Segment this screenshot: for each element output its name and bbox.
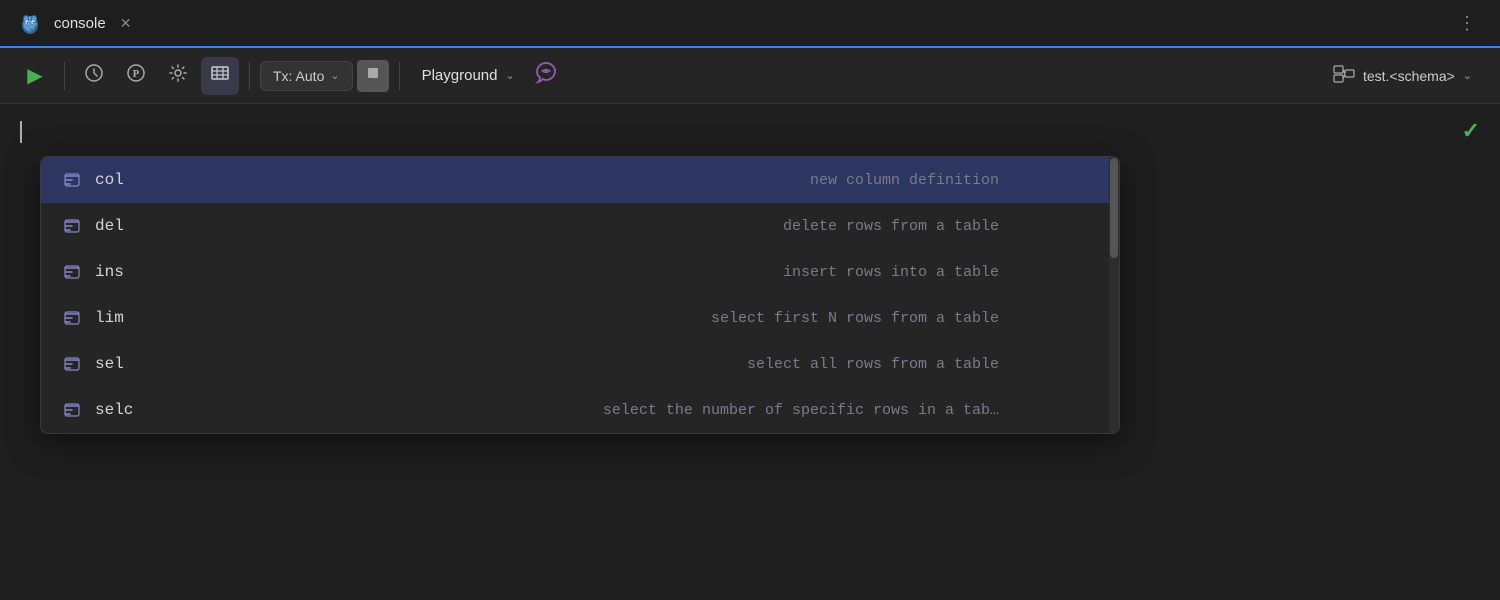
toolbar-divider-3 xyxy=(399,62,400,90)
title-bar: console ✕ ⋮ xyxy=(0,0,1500,48)
more-options-button[interactable]: ⋮ xyxy=(1450,9,1484,38)
schema-label: test.<schema> xyxy=(1363,68,1455,84)
playground-label: Playground xyxy=(422,67,498,84)
snippet-icon-sel xyxy=(61,355,83,373)
autocomplete-item-sel[interactable]: sel select all rows from a table xyxy=(41,341,1119,387)
autocomplete-item-ins-name: ins xyxy=(95,263,175,281)
tab-title: console xyxy=(54,15,106,32)
autocomplete-item-selc-desc: select the number of specific rows in a … xyxy=(603,402,999,419)
autocomplete-item-del-desc: delete rows from a table xyxy=(783,218,999,235)
run-button[interactable]: ▶ xyxy=(16,57,54,95)
scrollbar-thumb[interactable] xyxy=(1110,158,1118,258)
autocomplete-item-lim-name: lim xyxy=(95,309,175,327)
run-icon: ▶ xyxy=(27,63,42,88)
close-tab-button[interactable]: ✕ xyxy=(116,13,136,34)
autocomplete-item-lim-desc: select first N rows from a table xyxy=(711,310,999,327)
history-icon xyxy=(84,63,104,88)
postgres-elephant-icon xyxy=(16,9,44,37)
table-icon xyxy=(210,63,230,88)
schema-dropdown[interactable]: test.<schema> ⌄ xyxy=(1321,59,1484,92)
history-button[interactable] xyxy=(75,57,113,95)
snippet-icon-col xyxy=(61,171,83,189)
playground-chevron-icon: ⌄ xyxy=(505,69,514,82)
title-bar-left: console ✕ xyxy=(16,9,1440,37)
schema-db-icon xyxy=(1333,65,1355,86)
tx-label: Tx: Auto xyxy=(273,68,324,84)
autocomplete-item-col-name: col xyxy=(95,171,175,189)
autocomplete-item-del[interactable]: del delete rows from a table xyxy=(41,203,1119,249)
snippet-icon-ins xyxy=(61,263,83,281)
autocomplete-item-ins-desc: insert rows into a table xyxy=(783,264,999,281)
checkmark-icon: ✓ xyxy=(1462,118,1480,144)
autocomplete-item-col[interactable]: col new column definition xyxy=(41,157,1119,203)
autocomplete-item-col-desc: new column definition xyxy=(810,172,999,189)
ai-button[interactable] xyxy=(531,61,561,91)
tx-dropdown[interactable]: Tx: Auto ⌄ xyxy=(260,61,353,91)
tx-chevron-icon: ⌄ xyxy=(330,69,339,82)
snippet-icon-del xyxy=(61,217,83,235)
stop-button[interactable] xyxy=(357,60,389,92)
svg-text:P: P xyxy=(133,68,140,80)
schema-chevron-icon: ⌄ xyxy=(1463,69,1472,82)
stop-icon xyxy=(366,66,380,85)
title-bar-right: ⋮ xyxy=(1450,9,1484,38)
autocomplete-item-selc-name: selc xyxy=(95,401,175,419)
playground-dropdown[interactable]: Playground ⌄ xyxy=(410,61,527,90)
toolbar-divider-2 xyxy=(249,62,250,90)
p-button[interactable]: P xyxy=(117,57,155,95)
autocomplete-item-sel-desc: select all rows from a table xyxy=(747,356,999,373)
table-view-button[interactable] xyxy=(201,57,239,95)
toolbar-divider-1 xyxy=(64,62,65,90)
p-icon: P xyxy=(126,63,146,88)
autocomplete-item-ins[interactable]: ins insert rows into a table xyxy=(41,249,1119,295)
autocomplete-item-sel-name: sel xyxy=(95,355,175,373)
settings-gear-icon xyxy=(168,63,188,88)
editor-area: ✓ col new column definition del de xyxy=(0,104,1500,600)
autocomplete-item-lim[interactable]: lim select first N rows from a table xyxy=(41,295,1119,341)
ai-swirl-icon xyxy=(533,60,559,91)
toolbar: ▶ P xyxy=(0,48,1500,104)
autocomplete-item-del-name: del xyxy=(95,217,175,235)
settings-button[interactable] xyxy=(159,57,197,95)
autocomplete-dropdown: col new column definition del delete row… xyxy=(40,156,1120,434)
snippet-icon-lim xyxy=(61,309,83,327)
autocomplete-scrollbar[interactable] xyxy=(1109,157,1119,433)
text-cursor xyxy=(20,121,22,143)
autocomplete-item-selc[interactable]: selc select the number of specific rows … xyxy=(41,387,1119,433)
snippet-icon-selc xyxy=(61,401,83,419)
